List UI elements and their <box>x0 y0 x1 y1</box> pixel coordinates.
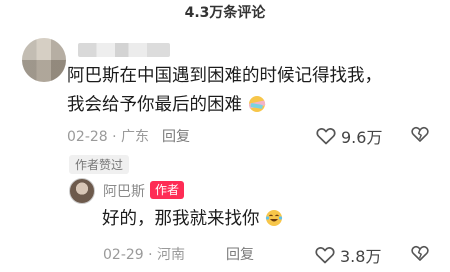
comment-location: 广东 <box>121 129 150 145</box>
heart-outline-icon <box>316 127 336 145</box>
crying-laughing-emoji-icon <box>265 209 283 227</box>
username-blurred[interactable] <box>78 43 170 57</box>
reply-author-name[interactable]: 阿巴斯 <box>103 181 145 201</box>
author-tag-badge: 作者 <box>150 181 185 199</box>
reply-meta: 02-29 · 河南 <box>103 247 186 263</box>
reply-text: 好的，那我就来找你 <box>102 206 283 232</box>
heart-outline-icon <box>315 246 335 264</box>
reply-avatar[interactable] <box>69 178 95 204</box>
author-liked-badge: 作者赞过 <box>69 155 130 174</box>
broken-heart-icon[interactable] <box>411 126 429 142</box>
comment-line-2: 我会给予你最后的困难 <box>67 95 242 115</box>
face-with-bandage-emoji-icon <box>248 95 266 113</box>
comment-line-1: 阿巴斯在中国遇到困难的时候记得找我， <box>67 66 382 86</box>
reply-text-content: 好的，那我就来找你 <box>102 209 260 229</box>
comment-date: 02-28 <box>67 129 108 145</box>
reply-reply-button[interactable]: 回复 <box>226 244 254 264</box>
comments-count-title: 4.3万条评论 <box>184 5 266 21</box>
reply-like-button[interactable]: 3.8万 <box>315 243 381 267</box>
reply-date: 02-29 <box>103 247 144 263</box>
like-count: 9.6万 <box>341 128 383 147</box>
comment-meta: 02-28 · 广东 <box>67 129 150 145</box>
reply-like-count: 3.8万 <box>340 247 382 266</box>
reply-location: 河南 <box>157 247 186 263</box>
reply-button[interactable]: 回复 <box>162 126 190 146</box>
like-button[interactable]: 9.6万 <box>316 124 382 148</box>
avatar[interactable] <box>22 38 66 82</box>
comment-text: 阿巴斯在中国遇到困难的时候记得找我， 我会给予你最后的困难 <box>67 62 437 120</box>
broken-heart-icon[interactable] <box>411 245 429 261</box>
